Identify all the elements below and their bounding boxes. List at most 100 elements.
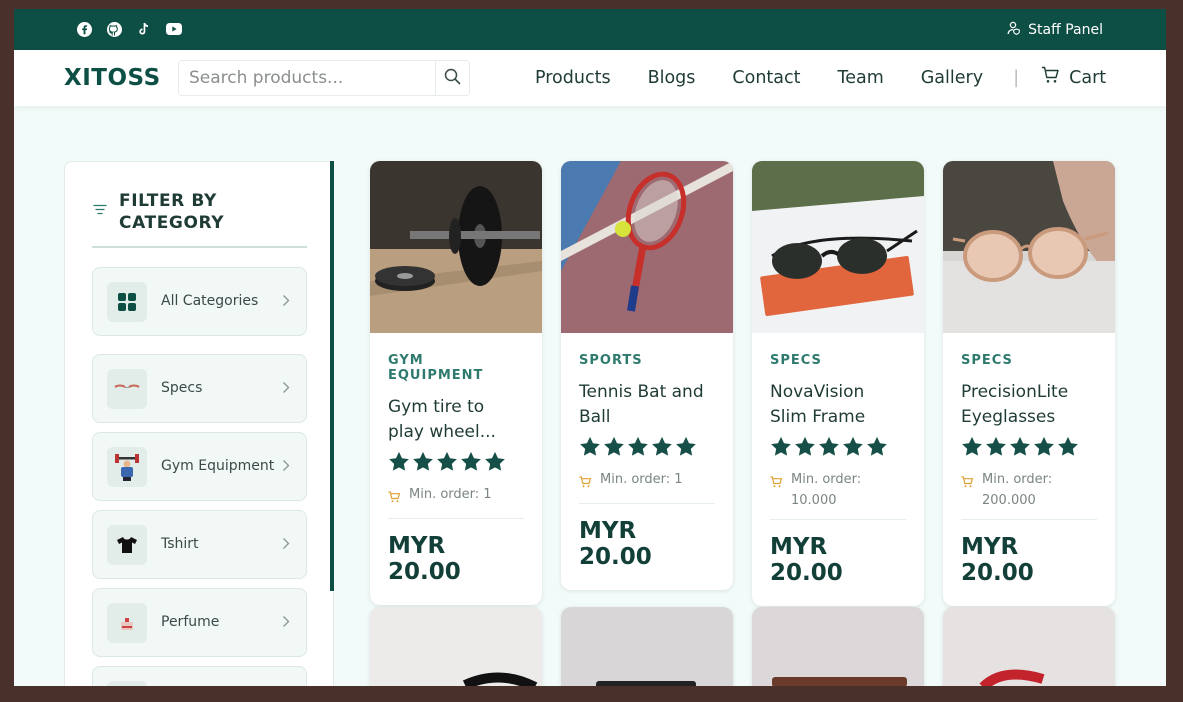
app-window: Staff Panel XITOSS Products Blogs Contac…	[14, 9, 1166, 686]
cart-icon	[961, 474, 974, 495]
facebook-icon[interactable]	[76, 21, 92, 37]
chevron-right-icon	[282, 379, 290, 398]
filter-icon	[93, 200, 107, 219]
product-name[interactable]: NovaVision Slim Frame	[770, 380, 906, 430]
min-order-text: Min. order: 10.000	[791, 472, 862, 508]
min-order-text: Min. order: 1	[409, 487, 492, 502]
github-icon[interactable]	[106, 21, 122, 37]
product-image-novavision	[752, 161, 924, 333]
star-icon	[675, 436, 697, 461]
category-specs[interactable]: Specs	[92, 354, 307, 423]
gym-thumb	[107, 446, 147, 487]
chevron-right-icon	[282, 613, 290, 632]
star-icon	[961, 436, 983, 461]
nav-menu: Products Blogs Contact Team Gallery | Ca…	[535, 66, 1106, 89]
user-shield-icon	[1007, 21, 1021, 39]
nav-separator: |	[1013, 67, 1020, 88]
category-label: All Categories	[161, 293, 259, 309]
star-icon	[866, 436, 888, 461]
filter-divider	[92, 246, 307, 248]
min-order: Min. order: 10.000	[770, 469, 906, 511]
category-label: Specs	[161, 380, 203, 396]
category-perfume[interactable]: Perfume	[92, 588, 307, 657]
nav-gallery[interactable]: Gallery	[921, 68, 983, 88]
logo[interactable]: XITOSS	[64, 65, 161, 91]
category-all[interactable]: All Categories	[92, 267, 307, 336]
category-label: Tshirt	[161, 536, 199, 552]
search-icon	[444, 68, 461, 89]
social-links	[76, 21, 182, 37]
nav-contact[interactable]: Contact	[732, 68, 800, 88]
product-card[interactable]: GYM EQUIPMENT Gym tire to play wheel... …	[370, 161, 542, 605]
chevron-right-icon	[282, 457, 290, 476]
product-image	[462, 672, 538, 686]
search-box	[178, 60, 470, 96]
cart-label: Cart	[1069, 67, 1107, 88]
nav-products[interactable]: Products	[535, 68, 611, 88]
star-rating	[388, 451, 524, 476]
product-category: SPECS	[961, 353, 1013, 368]
main-nav: XITOSS Products Blogs Contact Team Galle…	[14, 50, 1166, 106]
cart-icon	[388, 489, 401, 510]
star-icon	[603, 436, 625, 461]
category-gym-equipment[interactable]: Gym Equipment	[92, 432, 307, 501]
min-order-text: Min. order: 200.000	[982, 472, 1053, 508]
product-image	[596, 681, 696, 686]
product-image-precisionlite	[943, 161, 1115, 333]
chevron-right-icon	[282, 292, 290, 311]
cart-icon	[579, 474, 592, 495]
perfume-thumb	[107, 602, 147, 643]
nav-blogs[interactable]: Blogs	[648, 68, 696, 88]
chevron-right-icon	[282, 535, 290, 554]
star-icon	[436, 451, 458, 476]
product-price: MYR 20.00	[579, 518, 652, 570]
product-image-gym	[370, 161, 542, 333]
star-icon	[770, 436, 792, 461]
specs-thumb	[107, 368, 147, 409]
top-bar: Staff Panel	[14, 9, 1166, 50]
product-price: MYR 20.00	[770, 534, 843, 586]
product-card[interactable]: SPECS NovaVision Slim Frame Min. order: …	[752, 161, 924, 606]
youtube-icon[interactable]	[166, 21, 182, 37]
product-price: MYR 20.00	[961, 534, 1034, 586]
product-card[interactable]	[370, 607, 542, 686]
product-card[interactable]: SPECS PrecisionLite Eyeglasses Min. orde…	[943, 161, 1115, 606]
category-tshirt[interactable]: Tshirt	[92, 510, 307, 579]
search-button[interactable]	[435, 61, 469, 95]
star-icon	[1057, 436, 1079, 461]
product-image	[979, 669, 1045, 686]
min-order-text: Min. order: 1	[600, 472, 683, 487]
tshirt-thumb	[107, 524, 147, 565]
search-input[interactable]	[179, 61, 435, 95]
filter-header: FILTER BY CATEGORY	[93, 190, 239, 234]
star-icon	[1009, 436, 1031, 461]
category-label: Perfume	[161, 614, 220, 630]
filter-title: FILTER BY CATEGORY	[119, 191, 225, 233]
star-icon	[818, 436, 840, 461]
product-image-tennis	[561, 161, 733, 333]
star-icon	[651, 436, 673, 461]
product-name[interactable]: PrecisionLite Eyeglasses	[961, 380, 1097, 430]
star-icon	[985, 436, 1007, 461]
min-order: Min. order: 1	[579, 469, 715, 495]
cart-link[interactable]: Cart	[1041, 66, 1106, 89]
category-thumb	[107, 680, 147, 686]
star-icon	[412, 451, 434, 476]
product-card[interactable]: SPORTS Tennis Bat and Ball Min. order: 1…	[561, 161, 733, 590]
category-label: Gym Equipment	[161, 458, 275, 474]
cart-icon	[770, 474, 783, 495]
min-order: Min. order: 200.000	[961, 469, 1097, 511]
star-icon	[579, 436, 601, 461]
star-icon	[484, 451, 506, 476]
product-card[interactable]	[943, 607, 1115, 686]
tiktok-icon[interactable]	[136, 21, 152, 37]
product-name[interactable]: Tennis Bat and Ball	[579, 380, 715, 430]
product-card[interactable]	[752, 607, 924, 686]
staff-panel-link[interactable]: Staff Panel	[1007, 21, 1103, 39]
product-name[interactable]: Gym tire to play wheel...	[388, 395, 524, 445]
star-icon	[627, 436, 649, 461]
category-partial[interactable]	[92, 666, 307, 686]
product-card[interactable]	[561, 607, 733, 686]
star-rating	[961, 436, 1097, 461]
nav-team[interactable]: Team	[837, 68, 883, 88]
